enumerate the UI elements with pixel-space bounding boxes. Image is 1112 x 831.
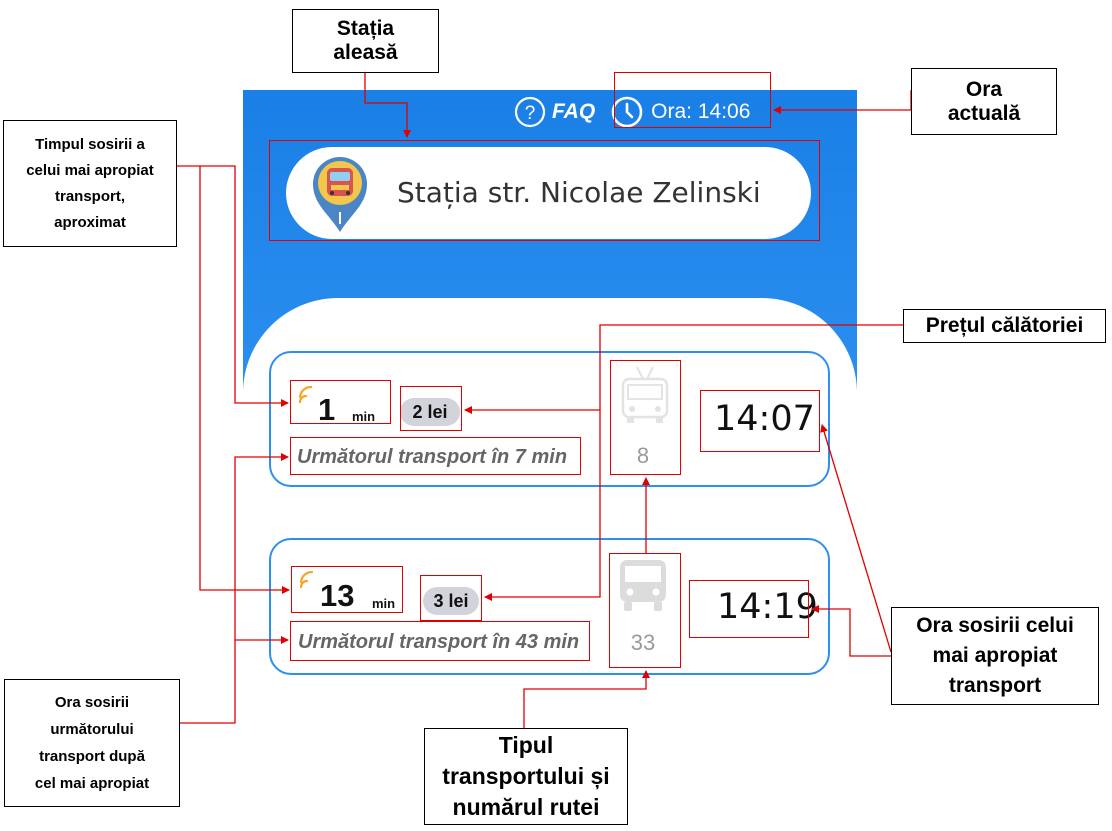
callout-vehicle-type-route: Tipul transportului și numărul rutei <box>424 728 628 825</box>
callout-next-after-nearest: Ora sosirii următorului transport după cel … <box>4 679 180 807</box>
callout-selected-station: Stația aleasă <box>292 9 439 73</box>
callout-nearest-arrival-time: Ora sosirii celui mai apropiat transport <box>891 607 1099 705</box>
callout-nearest-arrival-approx: Timpul sosirii a celui mai apropiat transp… <box>3 120 177 247</box>
callout-trip-price: Prețul călătoriei <box>903 309 1106 343</box>
callout-current-time: Ora actuală <box>911 68 1057 135</box>
